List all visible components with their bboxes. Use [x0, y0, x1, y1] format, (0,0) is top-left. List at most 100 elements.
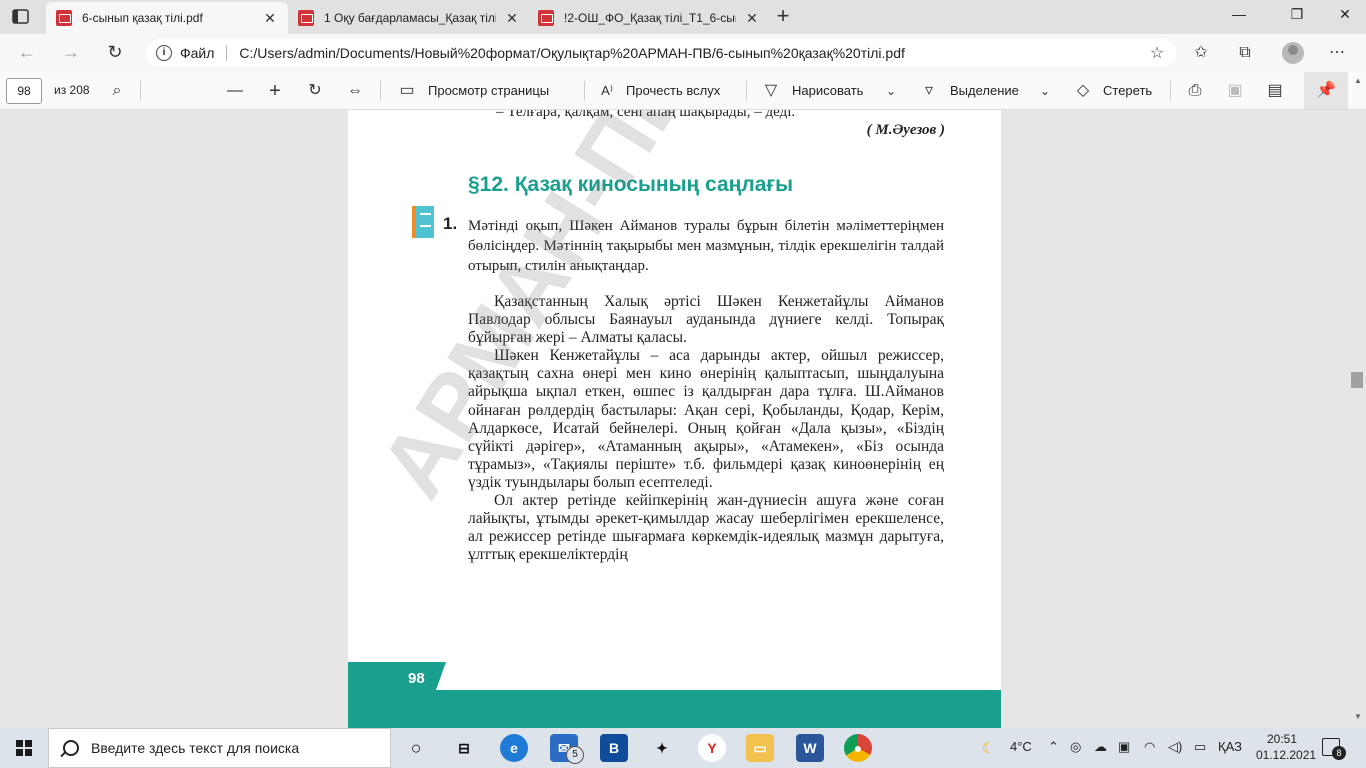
quote-line: – Телғара, қалқам, сені апаң шақырады, –… [496, 110, 796, 120]
section-heading: §12. Қазақ киносының саңлағы [468, 173, 794, 196]
word-icon[interactable]: W [796, 734, 824, 762]
tab-label: !2-ОШ_ФО_Қазақ тілі_Т1_6-сын [564, 11, 736, 25]
search-icon [63, 740, 79, 756]
paragraph: Қазақстанның Халық әртісі Шәкен Кенжетай… [468, 293, 944, 347]
scrollbar-thumb[interactable] [1351, 372, 1363, 388]
scroll-up-arrow[interactable]: ▲ [1353, 76, 1363, 86]
page-number: 98 [408, 670, 425, 687]
profile-avatar[interactable] [1282, 42, 1304, 64]
bitrix-icon[interactable]: B [600, 734, 628, 762]
pin-toolbar-button[interactable]: 📌 [1304, 72, 1348, 109]
search-placeholder: Введите здесь текст для поиска [91, 740, 300, 756]
clock[interactable]: 20:51 01.12.2021 [1256, 731, 1316, 763]
new-tab-button[interactable]: + [770, 5, 796, 29]
start-button[interactable] [0, 728, 48, 768]
restore-button[interactable]: ❐ [1282, 6, 1312, 28]
footer-band [348, 662, 1001, 728]
url-separator [226, 45, 228, 61]
mail-badge: 5 [566, 746, 584, 764]
document-viewport[interactable]: – Телғара, қалқам, сені апаң шақырады, –… [0, 110, 1366, 728]
url-text[interactable]: C:/Users/admin/Documents/Новый%20формат/… [239, 45, 1148, 61]
task-view-icon[interactable]: ⊟ [450, 734, 478, 762]
add-favorite-icon[interactable]: ☆ [1148, 43, 1166, 63]
close-window-button[interactable]: ✕ [1330, 6, 1360, 28]
cloud-icon[interactable]: ☁ [1094, 739, 1107, 755]
paragraph: Шәкен Кенжетайұлы – аса дарынды актер, о… [468, 347, 944, 491]
file-explorer-icon[interactable]: ▭ [746, 734, 774, 762]
close-tab-icon[interactable]: ✕ [504, 10, 520, 27]
minimize-button[interactable]: — [1224, 6, 1254, 28]
pin-icon: 📌 [1316, 82, 1336, 99]
fit-page-icon[interactable]: ⇔ [344, 80, 366, 102]
notebook-icon [412, 206, 434, 238]
url-field[interactable]: i Файл C:/Users/admin/Documents/Новый%20… [146, 39, 1176, 67]
yandex-icon[interactable]: Y [698, 734, 726, 762]
url-protocol: Файл [180, 45, 215, 61]
taskbar: Введите здесь текст для поиска ○ ⊟ e ✉ 5… [0, 728, 1366, 768]
page-view-button[interactable]: Просмотр страницы [428, 83, 549, 98]
tab-osh-fo[interactable]: !2-ОШ_ФО_Қазақ тілі_Т1_6-сын ✕ [528, 2, 770, 34]
read-aloud-icon[interactable]: A⁾ [596, 80, 618, 102]
weather-temperature[interactable]: 4°C [1010, 739, 1032, 754]
forward-icon[interactable]: → [58, 41, 84, 65]
zoom-out-icon[interactable]: — [224, 80, 246, 102]
battery-icon[interactable]: ▭ [1194, 739, 1206, 755]
refresh-icon[interactable]: ↻ [102, 41, 128, 65]
meet-now-icon[interactable]: ◎ [1070, 739, 1081, 755]
page-view-icon[interactable]: ▭ [396, 80, 418, 102]
address-bar: ← → ↻ i Файл C:/Users/admin/Documents/Но… [0, 34, 1366, 72]
edge-icon[interactable]: e [500, 734, 528, 762]
task-text: Мәтінді оқып, Шәкен Айманов туралы бұрын… [468, 218, 944, 274]
tab-6-synyp[interactable]: 6-сынып қазақ тілі.pdf ✕ [46, 2, 288, 34]
save-icon[interactable]: ▣ [1224, 80, 1246, 102]
close-tab-icon[interactable]: ✕ [262, 10, 278, 27]
page-total: из 208 [54, 83, 90, 97]
chrome-icon[interactable]: ● [844, 734, 872, 762]
read-aloud-button[interactable]: Прочесть вслух [626, 83, 720, 98]
pdf-page: – Телғара, қалқам, сені апаң шақырады, –… [348, 110, 1001, 728]
volume-icon[interactable]: ◁) [1168, 739, 1182, 755]
print-icon[interactable]: ⎙ [1184, 80, 1206, 102]
chevron-up-icon[interactable]: ⌃ [1048, 739, 1059, 755]
cortana-icon[interactable]: ○ [402, 734, 430, 762]
search-icon[interactable]: ⌕ [106, 80, 128, 102]
chevron-down-icon[interactable]: ⌄ [1034, 80, 1056, 102]
more-menu-icon[interactable]: ⋯ [1326, 42, 1348, 64]
eraser-icon[interactable]: ◇ [1072, 80, 1094, 102]
divider [584, 81, 585, 101]
weather-icon[interactable]: ☾ [982, 739, 995, 757]
quote-author: ( М.Әуезов ) [866, 122, 945, 138]
clock-time: 20:51 [1266, 732, 1298, 746]
highlight-button[interactable]: Выделение [950, 83, 1019, 98]
erase-button[interactable]: Стереть [1103, 83, 1152, 98]
taskbar-search[interactable]: Введите здесь текст для поиска [48, 728, 391, 768]
highlight-icon[interactable]: ▿ [918, 80, 940, 102]
language-indicator[interactable]: ҚАЗ [1218, 739, 1242, 754]
draw-button[interactable]: Нарисовать [792, 83, 863, 98]
divider [140, 81, 141, 101]
favorites-icon[interactable]: ✩ [1190, 42, 1212, 64]
monitor-icon[interactable]: ▣ [1118, 739, 1130, 755]
tab-oqu-bagdarlamasy[interactable]: 1 Оқу бағдарламасы_Қазақ тілі_ ✕ [288, 2, 530, 34]
zoom-in-icon[interactable]: + [264, 80, 286, 102]
collections-icon[interactable]: ⧉ [1234, 42, 1256, 64]
dropbox-icon[interactable]: ✦ [648, 734, 676, 762]
tab-actions-icon[interactable] [10, 7, 32, 27]
wifi-icon[interactable]: ◠ [1144, 739, 1155, 755]
back-icon[interactable]: ← [14, 41, 40, 65]
body-text: Қазақстанның Халық әртісі Шәкен Кенжетай… [468, 293, 944, 564]
pdf-icon [56, 10, 72, 26]
rotate-icon[interactable]: ↻ [304, 80, 326, 102]
scroll-down-arrow[interactable]: ▼ [1353, 712, 1363, 722]
divider [1170, 81, 1171, 101]
draw-icon[interactable]: ▽ [760, 80, 782, 102]
save-as-icon[interactable]: ▤ [1264, 80, 1286, 102]
tab-strip: 6-сынып қазақ тілі.pdf ✕ 1 Оқу бағдарлам… [0, 0, 1366, 34]
notification-count: 8 [1332, 746, 1346, 760]
pdf-icon [538, 10, 554, 26]
page-number-input[interactable]: 98 [6, 78, 42, 104]
info-icon[interactable]: i [156, 45, 172, 61]
close-tab-icon[interactable]: ✕ [744, 10, 760, 27]
chevron-down-icon[interactable]: ⌄ [880, 80, 902, 102]
notification-center-icon[interactable]: 8 [1322, 738, 1346, 760]
